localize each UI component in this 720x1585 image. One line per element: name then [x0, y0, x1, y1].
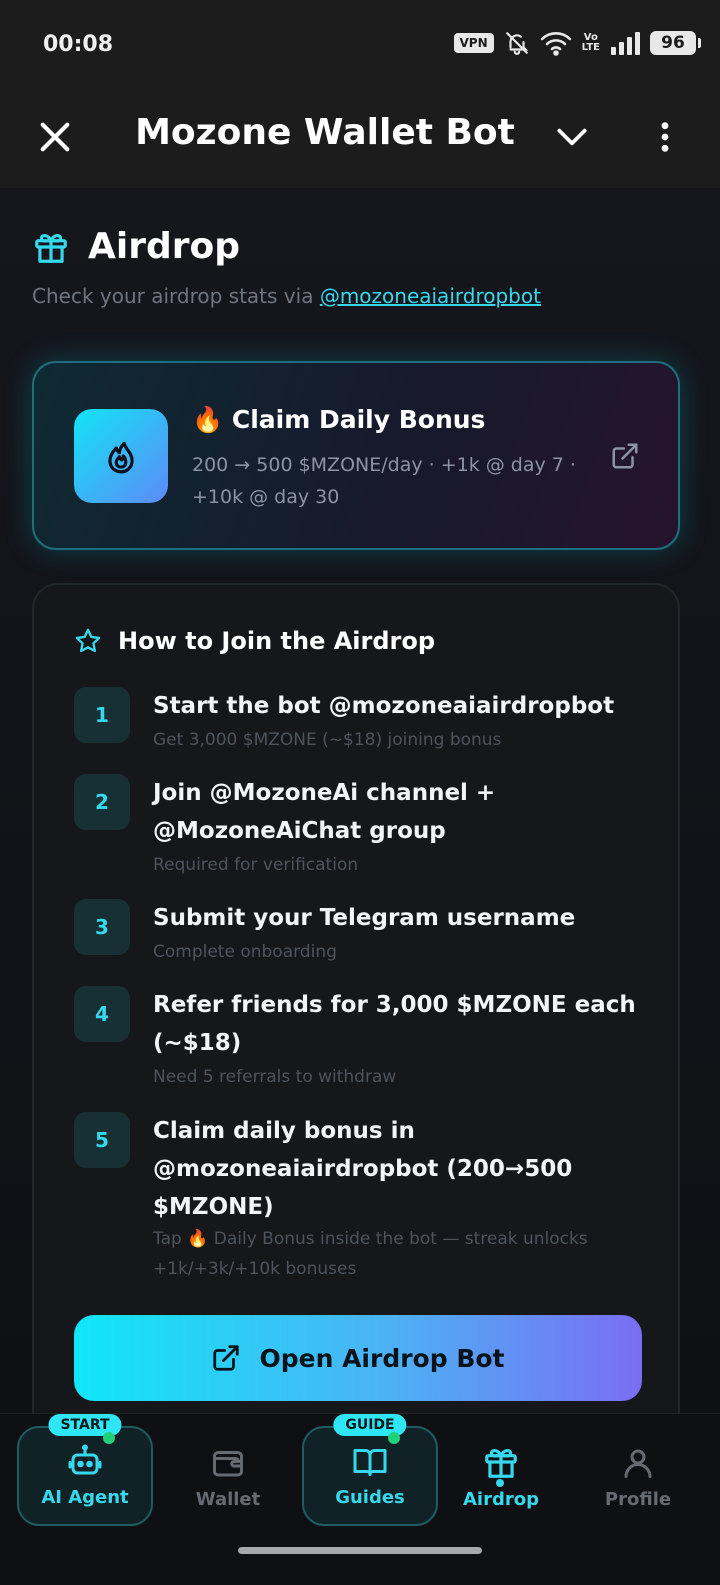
page-title-bar: Mozone Wallet Bot — [135, 112, 515, 153]
nav-label: Guides — [335, 1487, 405, 1508]
bottom-nav: START AI Agent Wallet GUIDE Guides Airdr… — [0, 1413, 720, 1585]
external-link-icon — [213, 1345, 240, 1371]
book-open-icon — [353, 1449, 387, 1476]
home-indicator[interactable] — [238, 1547, 482, 1554]
page-title: Airdrop — [88, 226, 240, 267]
online-dot — [103, 1432, 115, 1444]
active-indicator-dot — [496, 1479, 504, 1487]
wallet-icon — [213, 1451, 243, 1477]
more-vertical-icon[interactable] — [648, 116, 682, 158]
how-to-join-card: How to Join the Airdrop 1 Start the bot … — [32, 583, 680, 1413]
step-subtitle: Tap 🔥 Daily Bonus inside the bot — strea… — [153, 1229, 588, 1279]
gift-icon — [485, 1449, 517, 1478]
join-title: How to Join the Airdrop — [118, 627, 436, 655]
chevron-down-icon[interactable] — [553, 118, 591, 156]
open-airdrop-bot-button[interactable]: Open Airdrop Bot — [74, 1315, 642, 1401]
user-icon — [624, 1449, 652, 1478]
flame-icon — [108, 441, 134, 474]
step-subtitle: Need 5 referrals to withdraw — [153, 1067, 397, 1087]
step-subtitle: Get 3,000 $MZONE (~$18) joining bonus — [153, 730, 502, 750]
page-subtitle: Check your airdrop stats via @mozoneaiai… — [32, 284, 541, 308]
cta-label: Open Airdrop Bot — [259, 1343, 505, 1373]
bonus-title: 🔥 Claim Daily Bonus — [192, 405, 486, 434]
mute-icon — [505, 32, 528, 55]
status-icons: VPN Vo LTE 96 — [453, 30, 701, 56]
external-link-icon[interactable] — [610, 441, 640, 471]
step-title: Refer friends for 3,000 $MZONE each (~$1… — [153, 992, 636, 1056]
step-title: Join @MozoneAi channel + @MozoneAiChat g… — [153, 780, 496, 844]
nav-item-airdrop[interactable]: Airdrop — [433, 1426, 569, 1526]
battery-icon: 96 — [650, 31, 701, 55]
nav-label: Airdrop — [463, 1489, 539, 1510]
step-subtitle: Complete onboarding — [153, 942, 337, 962]
nav-item-profile[interactable]: Profile — [570, 1426, 706, 1526]
signal-icon — [611, 32, 640, 55]
fire-emoji: 🔥 — [192, 405, 224, 434]
vpn-icon: VPN — [453, 33, 494, 53]
airdrop-bot-link[interactable]: @mozoneaiairdropbot — [320, 284, 541, 308]
step-title: Start the bot @mozoneaiairdropbot — [153, 693, 615, 719]
status-bar: 00:08 VPN Vo LTE 96 — [0, 0, 720, 90]
step-title: Submit your Telegram username — [153, 905, 576, 931]
star-icon — [75, 628, 101, 653]
step-title: Claim daily bonus in @mozoneaiairdropbot… — [153, 1118, 573, 1220]
step-number: 4 — [74, 986, 130, 1042]
step-subtitle: Required for verification — [153, 855, 359, 875]
nav-label: AI Agent — [41, 1487, 129, 1508]
step-number: 2 — [74, 774, 130, 830]
step-number: 1 — [74, 687, 130, 743]
flame-icon-tile — [74, 409, 168, 503]
nav-item-guides[interactable]: GUIDE Guides — [302, 1414, 438, 1526]
status-time: 00:08 — [43, 32, 114, 57]
join-header: How to Join the Airdrop — [74, 627, 435, 655]
main-content[interactable]: Airdrop Check your airdrop stats via @mo… — [0, 188, 720, 1413]
nav-label: Wallet — [195, 1489, 261, 1510]
nav-item-wallet[interactable]: Wallet — [160, 1426, 296, 1526]
title-bar: Mozone Wallet Bot — [0, 90, 720, 188]
online-dot — [388, 1432, 400, 1444]
wifi-icon — [540, 32, 571, 56]
bonus-description: 200 → 500 $MZONE/day · +1k @ day 7 · +10… — [192, 454, 576, 508]
page-header: Airdrop — [32, 226, 240, 267]
nav-item-ai-agent[interactable]: START AI Agent — [17, 1414, 153, 1526]
volte-icon: Vo LTE — [581, 32, 600, 53]
gift-icon — [35, 233, 67, 263]
daily-bonus-card[interactable]: 🔥 Claim Daily Bonus 200 → 500 $MZONE/day… — [32, 361, 680, 550]
step-number: 3 — [74, 899, 130, 955]
step-number: 5 — [74, 1112, 130, 1168]
nav-label: Profile — [604, 1489, 672, 1510]
robot-icon — [68, 1444, 102, 1475]
